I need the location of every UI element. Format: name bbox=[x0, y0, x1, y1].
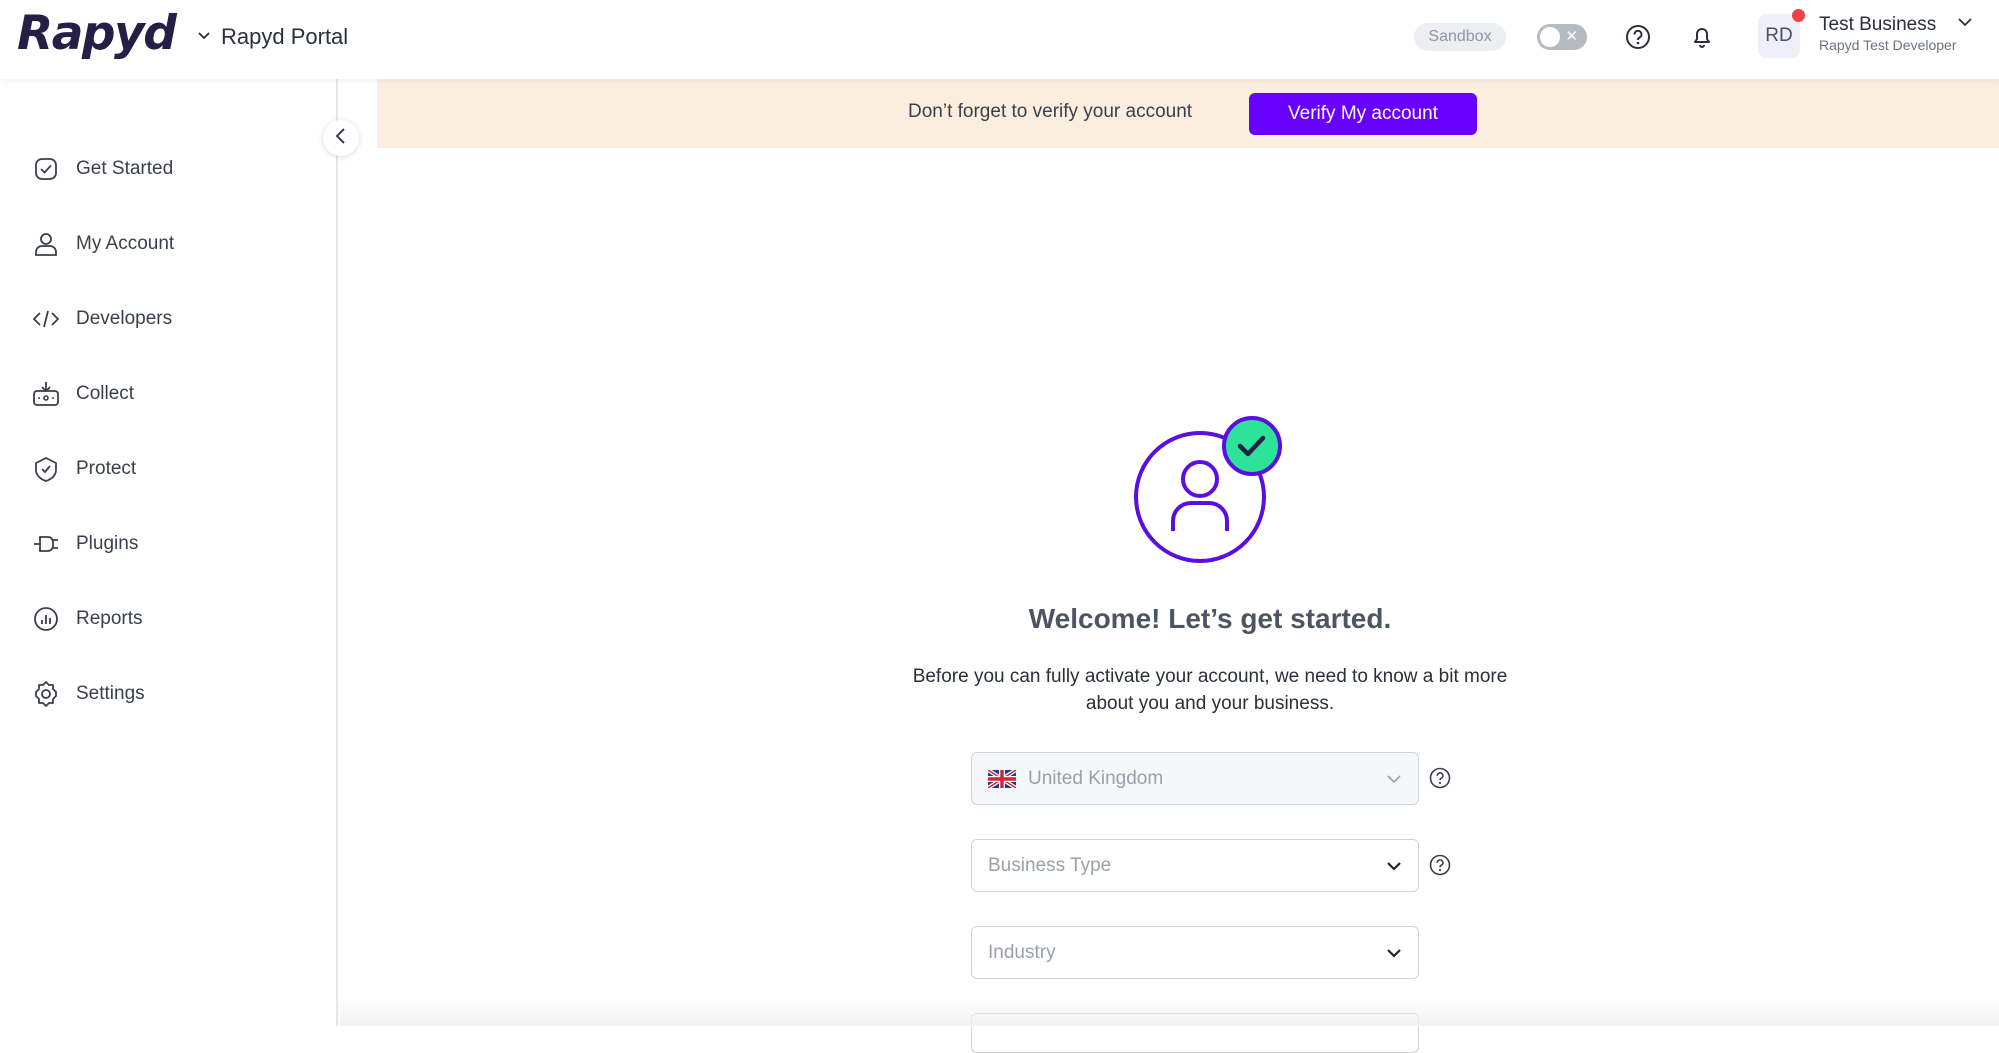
sidebar-item-label: Developers bbox=[76, 308, 173, 329]
top-bar: Rapyd Rapyd Portal Sandbox ✕ RD Test Bus… bbox=[0, 0, 1999, 79]
bottom-scroll-fade bbox=[340, 1000, 1999, 1026]
verified-user-icon bbox=[1129, 413, 1289, 573]
bell-icon[interactable] bbox=[1686, 21, 1718, 53]
sidebar-item-label: Collect bbox=[76, 383, 135, 404]
country-select[interactable]: United Kingdom bbox=[971, 752, 1419, 805]
chevron-down-icon bbox=[197, 28, 211, 46]
sidebar-item-settings[interactable]: Settings bbox=[32, 672, 312, 716]
chart-icon bbox=[32, 605, 60, 633]
country-help-icon[interactable] bbox=[1428, 766, 1452, 795]
chevron-down-icon bbox=[1386, 773, 1402, 785]
verify-account-button[interactable]: Verify My account bbox=[1249, 93, 1477, 135]
chevron-left-icon bbox=[334, 127, 348, 150]
country-value: United Kingdom bbox=[1028, 767, 1164, 789]
sidebar-item-my-account[interactable]: My Account bbox=[32, 222, 312, 266]
gear-icon bbox=[32, 680, 60, 708]
chevron-down-icon bbox=[1386, 860, 1402, 872]
welcome-description: Before you can fully activate your accou… bbox=[912, 666, 1508, 714]
sidebar-item-get-started[interactable]: Get Started bbox=[32, 147, 312, 191]
user-name[interactable]: Test Business bbox=[1819, 14, 1936, 36]
chevron-down-icon bbox=[1386, 947, 1402, 959]
plug-icon bbox=[32, 530, 60, 558]
toggle-off-icon: ✕ bbox=[1565, 28, 1578, 45]
sidebar-item-reports[interactable]: Reports bbox=[32, 597, 312, 641]
portal-switcher-label: Rapyd Portal bbox=[221, 24, 349, 49]
check-badge-icon bbox=[32, 155, 60, 183]
sidebar-item-label: My Account bbox=[76, 233, 175, 254]
user-role: Rapyd Test Developer bbox=[1819, 37, 1957, 53]
sidebar-item-plugins[interactable]: Plugins bbox=[32, 522, 312, 566]
chevron-down-icon[interactable] bbox=[1956, 15, 1974, 34]
business-type-placeholder: Business Type bbox=[988, 854, 1112, 876]
portal-switcher[interactable]: Rapyd Portal bbox=[197, 20, 348, 54]
sidebar-item-label: Settings bbox=[76, 683, 145, 704]
business-type-select[interactable]: Business Type bbox=[971, 839, 1419, 892]
user-icon bbox=[32, 230, 60, 258]
banner-text: Don’t forget to verify your account bbox=[908, 101, 1193, 122]
uk-flag-icon bbox=[988, 769, 1016, 788]
sidebar-item-label: Reports bbox=[76, 608, 143, 629]
code-icon bbox=[32, 305, 60, 333]
verify-banner: Don’t forget to verify your account Veri… bbox=[377, 79, 1999, 148]
collect-icon bbox=[32, 380, 60, 408]
industry-placeholder: Industry bbox=[988, 941, 1056, 963]
sandbox-badge: Sandbox bbox=[1414, 23, 1506, 51]
sidebar-item-collect[interactable]: Collect bbox=[32, 372, 312, 416]
help-icon[interactable] bbox=[1622, 21, 1654, 53]
toggle-knob bbox=[1540, 27, 1560, 47]
sidebar-item-label: Plugins bbox=[76, 533, 139, 554]
shield-icon bbox=[32, 455, 60, 483]
sidebar-item-label: Protect bbox=[76, 458, 137, 479]
industry-select[interactable]: Industry bbox=[971, 926, 1419, 979]
notification-dot bbox=[1792, 9, 1805, 22]
sidebar-item-developers[interactable]: Developers bbox=[32, 297, 312, 341]
business-type-help-icon[interactable] bbox=[1428, 853, 1452, 882]
welcome-title: Welcome! Let’s get started. bbox=[1028, 603, 1392, 634]
sidebar-item-protect[interactable]: Protect bbox=[32, 447, 312, 491]
collapse-sidebar-button[interactable] bbox=[323, 120, 359, 156]
sandbox-toggle[interactable]: ✕ bbox=[1537, 24, 1587, 50]
rapyd-logo[interactable]: Rapyd bbox=[17, 6, 177, 61]
sidebar-item-label: Get Started bbox=[76, 158, 174, 179]
